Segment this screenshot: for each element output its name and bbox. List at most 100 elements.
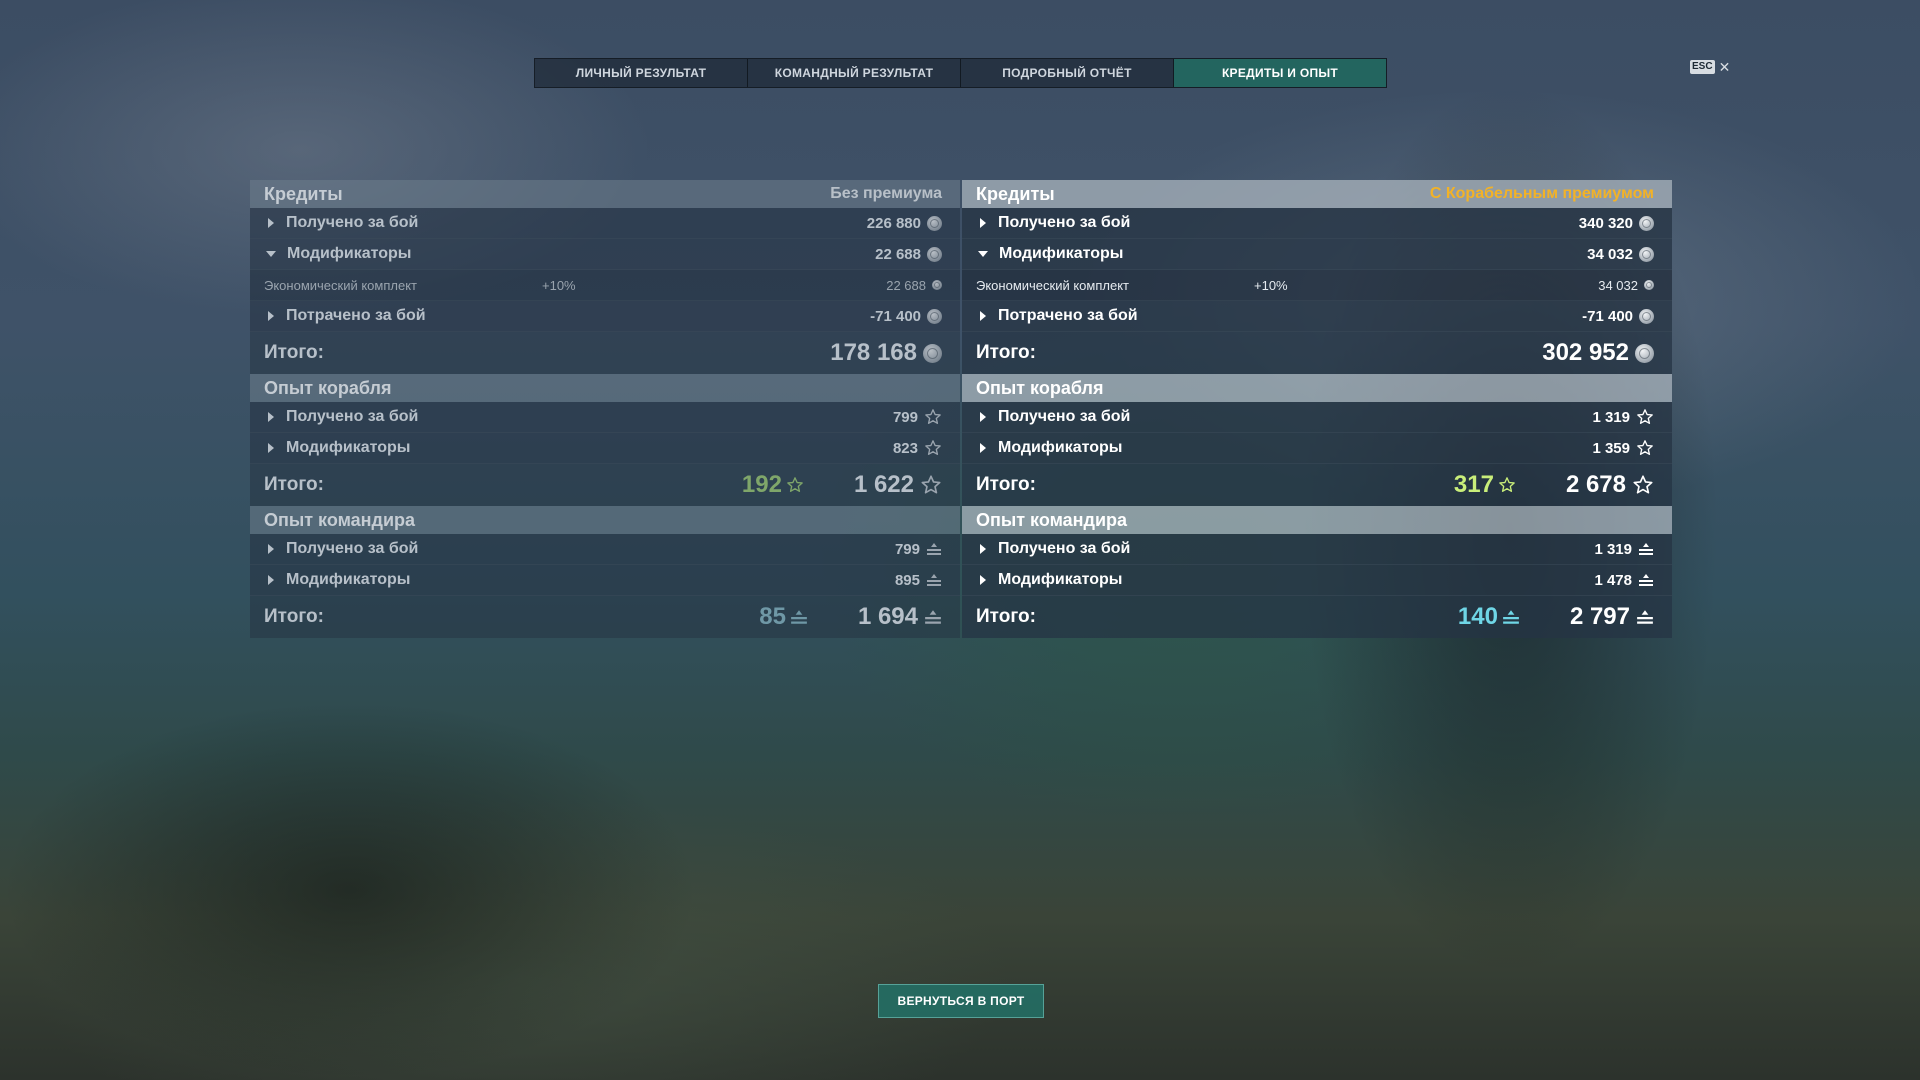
row-value: 1 478: [1594, 572, 1654, 589]
credits-total-row: Итого: 178 168: [250, 332, 960, 374]
row-value: 799: [895, 541, 942, 558]
ship-xp-modifiers-row[interactable]: Модификаторы 823: [250, 433, 960, 464]
row-label: Модификаторы: [998, 571, 1123, 588]
row-value: 823: [893, 439, 942, 457]
ship-xp-header: Опыт корабля: [250, 374, 960, 402]
expand-arrow-icon: [980, 443, 986, 453]
close-icon: ✕: [1718, 59, 1731, 75]
value-text: 192: [741, 471, 782, 498]
row-label: Модификаторы: [286, 439, 411, 456]
value-text: 895: [894, 571, 920, 589]
commander-xp-header: Опыт командира: [250, 506, 960, 534]
commander-xp-modifiers-row[interactable]: Модификаторы 895: [250, 565, 960, 596]
row-value: 226 880: [867, 215, 942, 232]
tab-team-result[interactable]: КОМАНДНЫЙ РЕЗУЛЬТАТ: [748, 59, 961, 87]
commander-xp-icon: [927, 574, 941, 586]
value-text: 22 688: [886, 277, 926, 293]
ship-xp-modifiers-row[interactable]: Модификаторы 1 359: [962, 433, 1672, 464]
close-button[interactable]: ESC ✕: [1690, 60, 1730, 74]
total-value: 2 678: [1566, 471, 1654, 499]
commander-xp-total-row: Итого: 140 2 797: [962, 596, 1672, 638]
expand-arrow-icon: [980, 311, 986, 321]
value-text: -71 400: [1582, 307, 1633, 325]
expand-arrow-icon: [268, 311, 274, 321]
total-value: 1 694: [858, 603, 942, 631]
ship-xp-header: Опыт корабля: [962, 374, 1672, 402]
star-icon: [925, 409, 941, 424]
value-text: 799: [892, 408, 918, 426]
row-label: Получено за бой: [286, 214, 419, 231]
value-text: 302 952: [1542, 339, 1629, 366]
credit-coin-icon: [1635, 343, 1654, 363]
row-label: Получено за бой: [286, 540, 419, 557]
credit-coin-icon: [927, 246, 942, 262]
credit-coin-icon: [1639, 308, 1654, 324]
star-icon: [1499, 477, 1515, 492]
total-label: Итого:: [264, 606, 324, 627]
total-value: 302 952: [1542, 339, 1654, 367]
commander-xp-total-row: Итого: 85 1 694: [250, 596, 960, 638]
commander-xp-icon: [927, 543, 941, 555]
tab-personal-result[interactable]: ЛИЧНЫЙ РЕЗУЛЬТАТ: [535, 59, 748, 87]
value-text: 1 319: [1594, 540, 1632, 558]
star-icon: [1633, 475, 1653, 494]
return-to-port-button[interactable]: ВЕРНУТЬСЯ В ПОРТ: [878, 984, 1044, 1018]
star-icon: [787, 477, 803, 492]
credits-spent-row[interactable]: Потрачено за бой -71 400: [250, 301, 960, 332]
section-title: Опыт корабля: [976, 378, 1104, 398]
section-title: Опыт корабля: [264, 378, 392, 398]
esc-key-label: ESC: [1690, 60, 1715, 74]
row-value: 22 688: [662, 278, 942, 293]
commander-xp-earned-row[interactable]: Получено за бой 1 319: [962, 534, 1672, 565]
section-title: Кредиты: [264, 184, 343, 204]
value-text: 1 359: [1592, 439, 1630, 457]
commander-xp-icon: [1637, 610, 1653, 624]
tab-credits-and-xp[interactable]: КРЕДИТЫ И ОПЫТ: [1174, 59, 1386, 87]
credits-header: Кредиты Без премиума: [250, 180, 960, 208]
star-icon: [921, 475, 941, 494]
commander-xp-earned-row[interactable]: Получено за бой 799: [250, 534, 960, 565]
commander-xp-icon: [791, 610, 807, 624]
result-tabs: ЛИЧНЫЙ РЕЗУЛЬТАТ КОМАНДНЫЙ РЕЗУЛЬТАТ ПОД…: [534, 58, 1387, 88]
ship-xp-earned-row[interactable]: Получено за бой 1 319: [962, 402, 1672, 433]
value-text: 22 688: [875, 245, 921, 263]
star-icon: [1637, 409, 1653, 424]
expand-arrow-icon: [980, 575, 986, 585]
credits-modifiers-row[interactable]: Модификаторы 34 032: [962, 239, 1672, 270]
value-text: 823: [892, 439, 918, 457]
credit-coin-icon: [927, 308, 942, 324]
credits-earned-row[interactable]: Получено за бой 226 880: [250, 208, 960, 239]
economic-kit-row: Экономический комплект +10% 34 032: [962, 270, 1672, 301]
row-value: 1 319: [1594, 541, 1654, 558]
collapse-arrow-icon: [266, 251, 276, 257]
value-text: 85: [759, 603, 786, 630]
expand-arrow-icon: [268, 443, 274, 453]
value-text: 140: [1457, 603, 1498, 630]
credits-modifiers-row[interactable]: Модификаторы 22 688: [250, 239, 960, 270]
free-xp-bonus: 317: [1454, 471, 1516, 499]
credit-coin-icon: [1644, 280, 1654, 290]
panel-without-premium: Кредиты Без премиума Получено за бой 226…: [250, 180, 960, 638]
row-value: 340 320: [1579, 215, 1654, 232]
ship-xp-total-row: Итого: 192 1 622: [250, 464, 960, 506]
expand-arrow-icon: [268, 575, 274, 585]
total-value: 1 622: [854, 471, 942, 499]
credits-spent-row[interactable]: Потрачено за бой -71 400: [962, 301, 1672, 332]
ship-xp-earned-row[interactable]: Получено за бой 799: [250, 402, 960, 433]
credits-earned-row[interactable]: Получено за бой 340 320: [962, 208, 1672, 239]
tab-detailed-report[interactable]: ПОДРОБНЫЙ ОТЧЁТ: [961, 59, 1174, 87]
expand-arrow-icon: [268, 412, 274, 422]
total-label: Итого:: [264, 342, 324, 363]
row-label: Потрачено за бой: [998, 307, 1138, 324]
row-value: 799: [893, 408, 942, 426]
value-text: 34 032: [1598, 277, 1638, 293]
value-text: -71 400: [870, 307, 921, 325]
star-icon: [1637, 440, 1653, 455]
total-label: Итого:: [976, 474, 1036, 495]
commander-xp-modifiers-row[interactable]: Модификаторы 1 478: [962, 565, 1672, 596]
row-label: Модификаторы: [286, 571, 411, 588]
expand-arrow-icon: [268, 544, 274, 554]
panel-with-ship-premium: Кредиты С Корабельным премиумом Получено…: [962, 180, 1672, 638]
row-label: Экономический комплект: [264, 277, 417, 293]
value-text: 799: [894, 540, 920, 558]
